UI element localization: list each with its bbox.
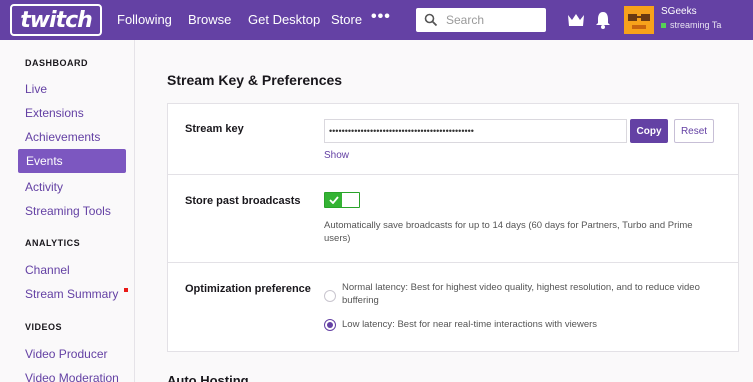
- sidebar-item-streaming-tools[interactable]: Streaming Tools: [25, 204, 111, 218]
- normal-latency-radio[interactable]: [324, 290, 336, 302]
- sidebar-item-live[interactable]: Live: [25, 82, 47, 96]
- more-menu-button[interactable]: •••: [371, 8, 391, 26]
- stream-key-field[interactable]: ••••••••••••••••••••••••••••••••••••••••…: [324, 119, 627, 143]
- checkmark-icon: [328, 196, 339, 204]
- toggle-on-indicator: [325, 193, 342, 207]
- user-name[interactable]: SGeeks: [661, 6, 697, 17]
- stream-key-label: Stream key: [185, 123, 244, 135]
- sidebar-item-label: Stream Summary: [25, 287, 119, 301]
- nav-following[interactable]: Following: [117, 12, 172, 27]
- row-divider: [168, 262, 738, 263]
- store-past-broadcasts-description: Automatically save broadcasts for up to …: [324, 220, 693, 244]
- sidebar-item-video-producer[interactable]: Video Producer: [25, 347, 108, 361]
- optimization-preference-label: Optimization preference: [185, 283, 311, 295]
- new-indicator-icon: [124, 288, 129, 292]
- nav-browse[interactable]: Browse: [188, 12, 231, 27]
- row-divider: [168, 174, 738, 175]
- sidebar-item-events[interactable]: Events: [18, 149, 126, 173]
- search-icon: [424, 13, 438, 27]
- live-indicator-icon: [661, 22, 666, 28]
- sidebar-heading-analytics: ANALYTICS: [25, 238, 81, 248]
- top-navigation: twitch Following Browse Get Desktop Stor…: [0, 0, 753, 40]
- normal-latency-label[interactable]: Normal latency: Best for highest video q…: [342, 281, 732, 307]
- search-box[interactable]: Search: [416, 8, 546, 32]
- sidebar-item-extensions[interactable]: Extensions: [25, 106, 84, 120]
- show-key-link[interactable]: Show: [324, 150, 349, 161]
- sidebar-item-stream-summary[interactable]: Stream Summary: [25, 287, 129, 301]
- dashboard-sidebar: DASHBOARD Live Extensions Achievements E…: [0, 40, 135, 382]
- user-status: streaming Ta: [661, 20, 721, 30]
- copy-button[interactable]: Copy: [630, 119, 668, 143]
- reset-button[interactable]: Reset: [674, 119, 714, 143]
- sidebar-item-achievements[interactable]: Achievements: [25, 130, 100, 144]
- crown-icon[interactable]: [566, 11, 586, 29]
- sidebar-heading-dashboard: DASHBOARD: [25, 58, 88, 68]
- sidebar-item-video-moderation[interactable]: Video Moderation: [25, 371, 119, 382]
- user-status-text: streaming Ta: [670, 20, 722, 30]
- bell-icon[interactable]: [594, 10, 612, 30]
- sidebar-item-label: Events: [26, 154, 63, 168]
- low-latency-radio[interactable]: [324, 319, 336, 331]
- twitch-logo[interactable]: twitch: [10, 4, 102, 36]
- page-title: Stream Key & Preferences: [167, 72, 343, 88]
- search-input[interactable]: Search: [446, 13, 484, 27]
- low-latency-label[interactable]: Low latency: Best for near real-time int…: [342, 318, 732, 331]
- store-past-broadcasts-toggle[interactable]: [324, 192, 360, 208]
- sidebar-item-activity[interactable]: Activity: [25, 180, 63, 194]
- auto-hosting-heading: Auto Hosting: [167, 373, 249, 382]
- store-past-broadcasts-label: Store past broadcasts: [185, 195, 301, 207]
- sidebar-heading-videos: VIDEOS: [25, 322, 63, 332]
- nav-get-desktop[interactable]: Get Desktop: [248, 12, 320, 27]
- main-content: Stream Key & Preferences Stream key ••••…: [136, 40, 753, 382]
- preferences-card: Stream key •••••••••••••••••••••••••••••…: [167, 103, 739, 352]
- avatar[interactable]: [624, 6, 654, 34]
- sidebar-item-channel[interactable]: Channel: [25, 263, 70, 277]
- nav-store[interactable]: Store: [331, 12, 362, 27]
